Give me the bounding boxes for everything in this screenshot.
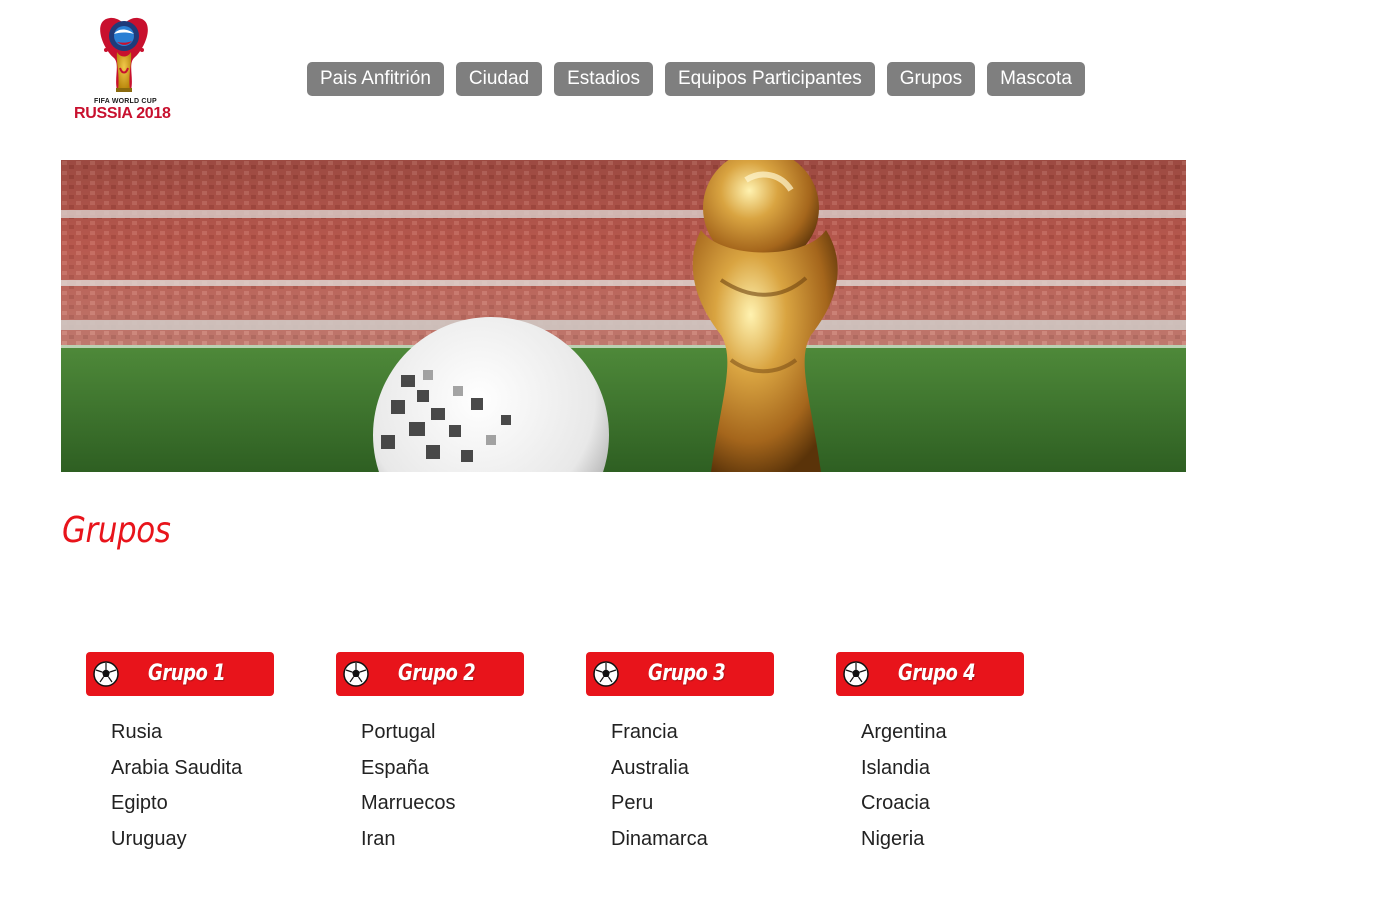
- team-item: Portugal: [361, 721, 436, 743]
- logo-title: RUSSIA 2018: [74, 105, 171, 122]
- nav-grupos[interactable]: Grupos: [886, 62, 976, 96]
- team-item: Iran: [361, 827, 396, 850]
- groups-container: Grupo 1 Rusia Arabia Saudita Egipto Urug…: [86, 652, 1024, 862]
- nav-mascota[interactable]: Mascota: [987, 62, 1085, 96]
- team-item: Marruecos: [361, 792, 456, 814]
- team-item: Arabia Saudita: [111, 756, 243, 779]
- nav-ciudad[interactable]: Ciudad: [455, 62, 543, 96]
- team-item: Argentina: [861, 721, 947, 743]
- logo-subtitle: FIFA WORLD CUP: [94, 98, 157, 105]
- team-list: Francia Australia Peru Dinamarca: [586, 720, 774, 862]
- team-item: Francia: [611, 721, 678, 743]
- team-list: Argentina Islandia Croacia Nigeria: [836, 720, 1024, 862]
- soccer-ball-icon: [843, 661, 869, 687]
- group-header[interactable]: Grupo 4: [836, 652, 1024, 696]
- group-header[interactable]: Grupo 2: [336, 652, 524, 696]
- page-title: Grupos: [62, 510, 171, 551]
- nav-pais-anfitrion[interactable]: Pais Anfitrión: [307, 62, 444, 96]
- group-title: Grupo 4: [898, 661, 976, 686]
- soccer-ball-icon: [93, 661, 119, 687]
- soccer-ball-icon: [593, 661, 619, 687]
- nav-equipos-participantes[interactable]: Equipos Participantes: [665, 62, 875, 96]
- team-item: Islandia: [861, 756, 930, 779]
- team-item: Nigeria: [861, 827, 925, 850]
- group-card: Grupo 1 Rusia Arabia Saudita Egipto Urug…: [86, 652, 274, 862]
- team-item: Australia: [611, 756, 689, 779]
- group-title: Grupo 2: [398, 661, 476, 686]
- stadium-ball-trophy-icon: [61, 160, 1186, 472]
- nav-estadios[interactable]: Estadios: [554, 62, 653, 96]
- team-list: Portugal España Marruecos Iran: [336, 720, 524, 862]
- team-item: Egipto: [111, 792, 168, 814]
- team-item: Croacia: [861, 792, 930, 814]
- group-header[interactable]: Grupo 3: [586, 652, 774, 696]
- group-card: Grupo 3 Francia Australia Peru Dinamarca: [586, 652, 774, 862]
- team-item: Peru: [611, 792, 654, 814]
- group-title: Grupo 1: [148, 661, 226, 686]
- team-item: Uruguay: [111, 827, 187, 850]
- soccer-ball-icon: [343, 661, 369, 687]
- group-header[interactable]: Grupo 1: [86, 652, 274, 696]
- group-card: Grupo 4 Argentina Islandia Croacia Niger…: [836, 652, 1024, 862]
- team-item: Dinamarca: [611, 827, 708, 850]
- team-list: Rusia Arabia Saudita Egipto Uruguay: [86, 720, 274, 862]
- group-title: Grupo 3: [648, 661, 726, 686]
- group-card: Grupo 2 Portugal España Marruecos Iran: [336, 652, 524, 862]
- main-nav: Pais Anfitrión Ciudad Estadios Equipos P…: [307, 62, 1085, 96]
- team-item: España: [361, 756, 429, 779]
- page: FIFA WORLD CUP RUSSIA 2018 Pais Anfitrió…: [0, 0, 1383, 910]
- hero-banner-image: [61, 160, 1186, 472]
- team-item: Rusia: [111, 721, 163, 743]
